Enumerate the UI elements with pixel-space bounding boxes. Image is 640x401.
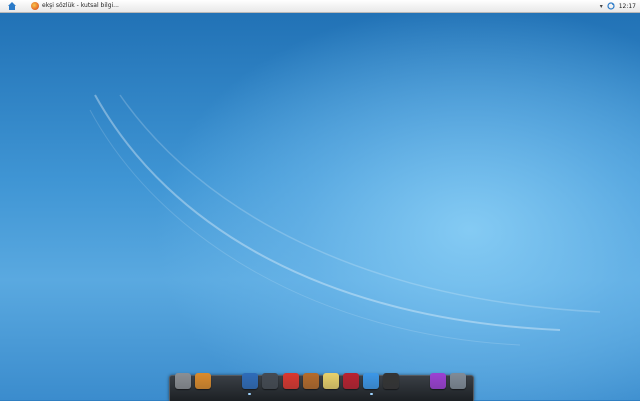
- dock: [169, 375, 474, 401]
- notes-app-icon[interactable]: [195, 373, 211, 389]
- clock[interactable]: 12:17: [619, 3, 636, 10]
- running-indicator: [370, 393, 373, 395]
- top-panel: ekşi sözlük - kutsal bilgi... ▾ 12:17: [0, 0, 640, 13]
- pen-icon[interactable]: [323, 373, 339, 389]
- wallpaper-swoosh: [89, 94, 601, 346]
- trash-icon[interactable]: [450, 373, 466, 389]
- firefox-icon[interactable]: [242, 373, 258, 389]
- window-title: ekşi sözlük - kutsal bilgi...: [42, 2, 119, 9]
- running-indicator: [248, 393, 251, 395]
- taskbar-window-button[interactable]: ekşi sözlük - kutsal bilgi...: [31, 1, 119, 11]
- mouse-icon[interactable]: [343, 373, 359, 389]
- home-icon[interactable]: [7, 1, 17, 11]
- tray-menu-arrow[interactable]: ▾: [600, 3, 603, 10]
- monkey-icon[interactable]: [303, 373, 319, 389]
- apps-icon[interactable]: [262, 373, 278, 389]
- system-tray: ▾ 12:17: [600, 1, 636, 11]
- clapper-icon[interactable]: [383, 373, 399, 389]
- chat-icon[interactable]: [363, 373, 379, 389]
- chrome-icon[interactable]: [283, 373, 299, 389]
- purple-app-icon[interactable]: [430, 373, 446, 389]
- firefox-icon: [31, 2, 39, 10]
- finder-icon[interactable]: [175, 373, 191, 389]
- sync-icon[interactable]: [607, 2, 615, 10]
